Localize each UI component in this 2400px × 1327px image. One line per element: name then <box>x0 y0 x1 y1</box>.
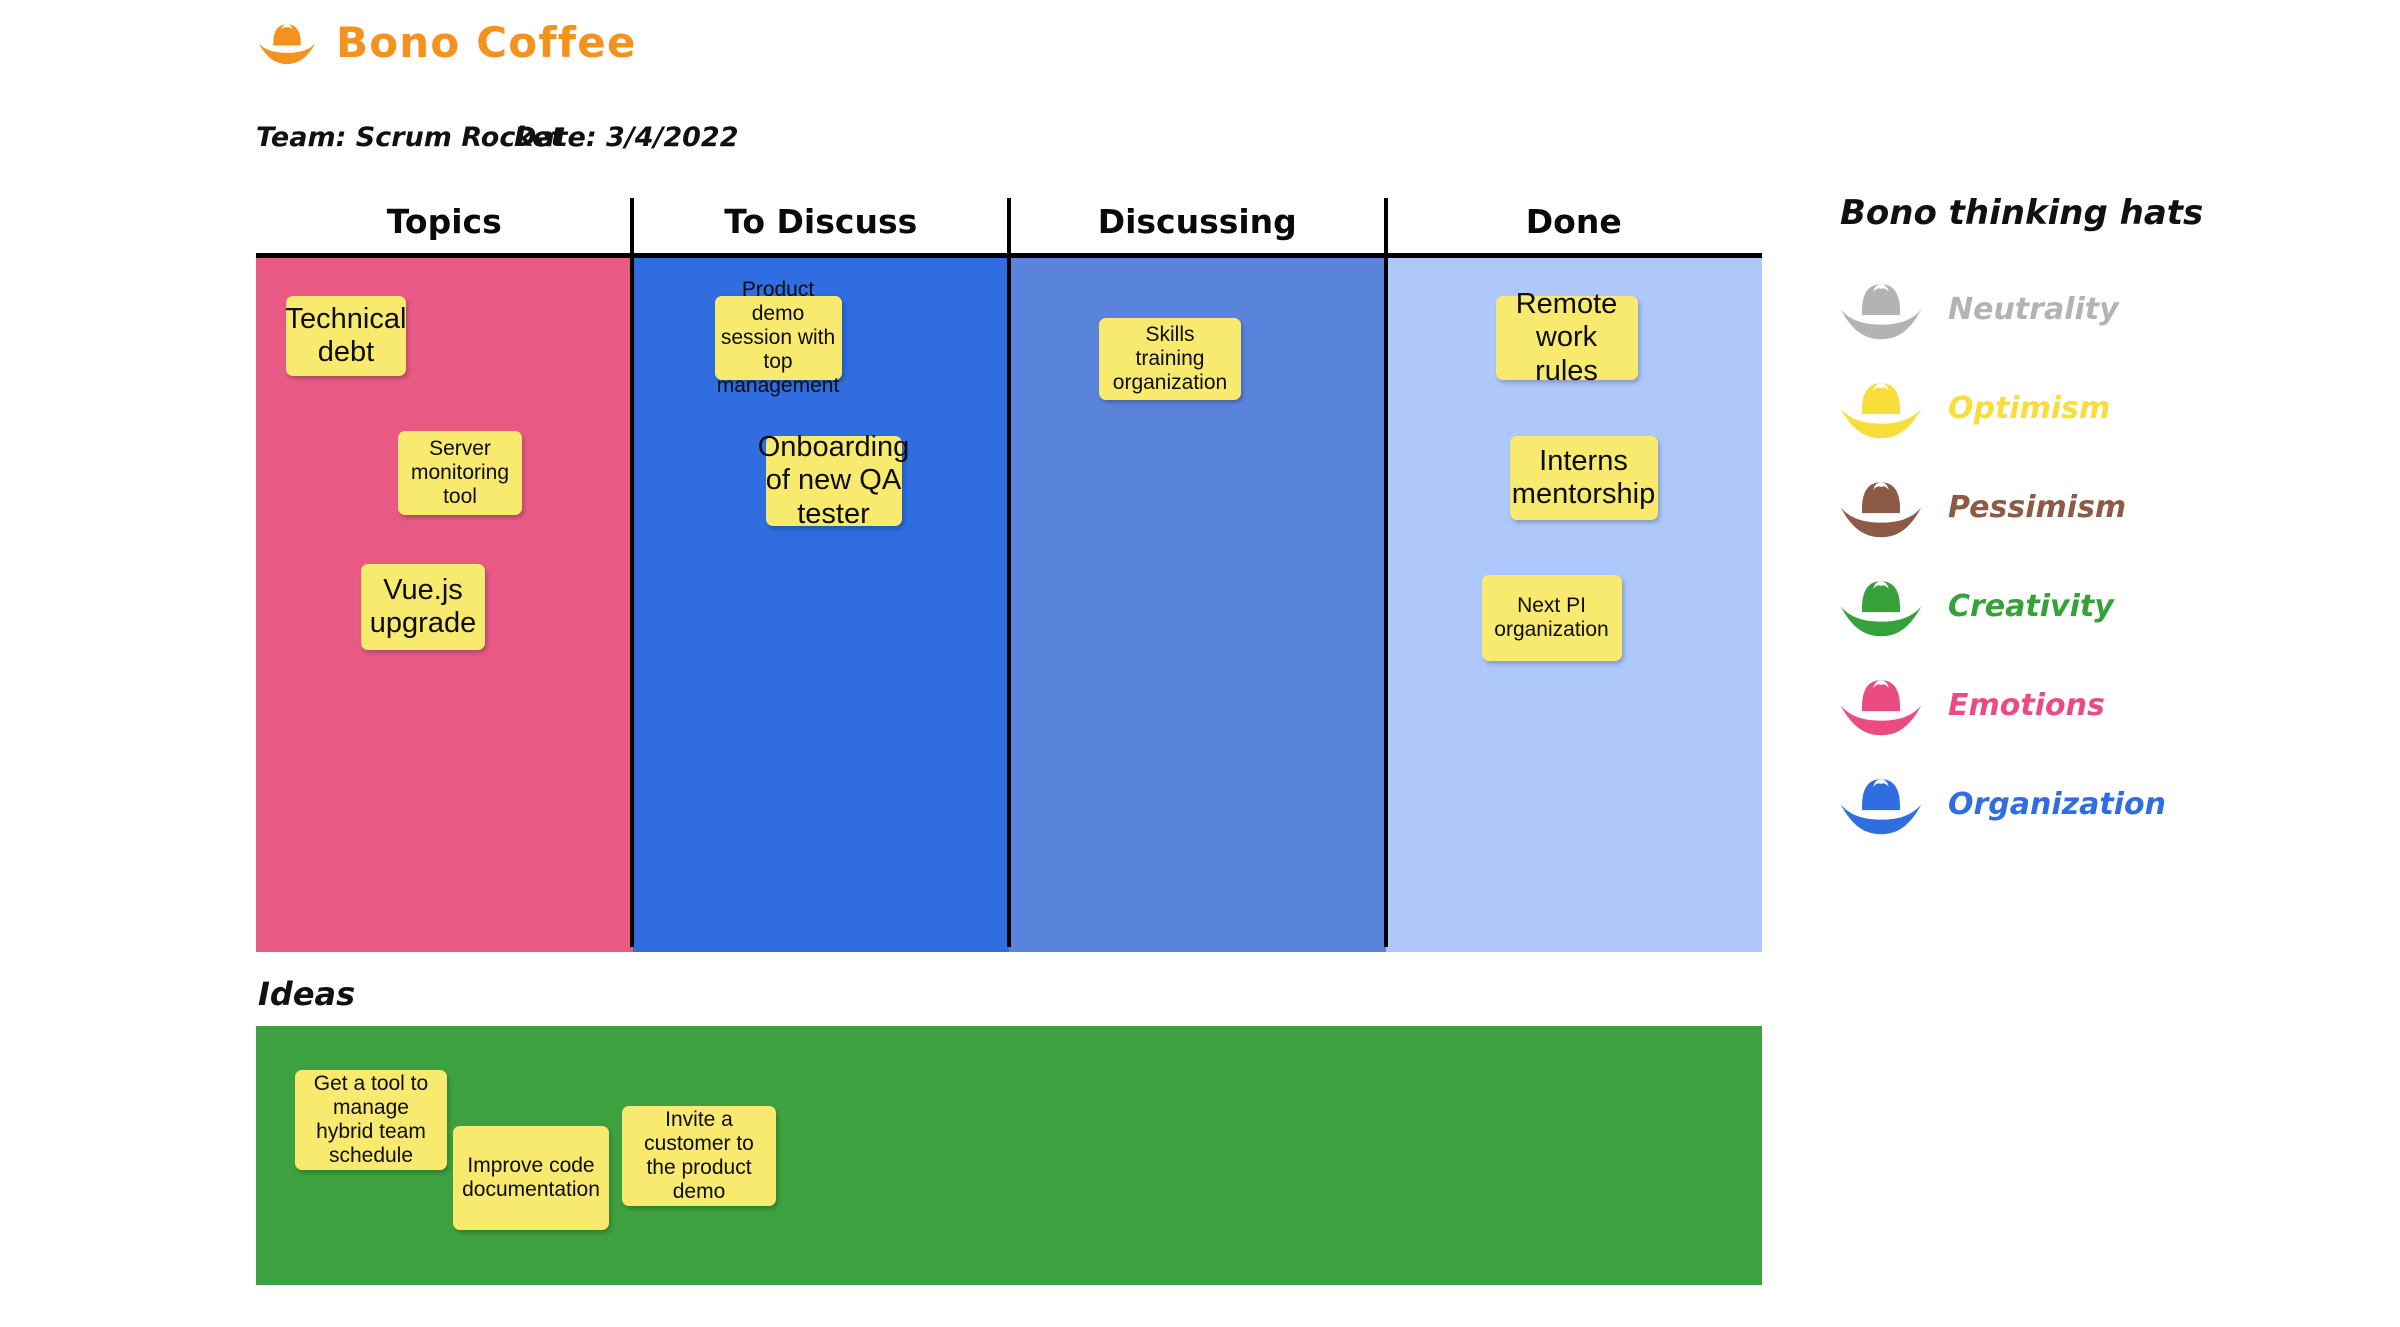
legend-item: Pessimism <box>1838 458 2258 557</box>
board-column[interactable]: Technical debt Server monitoring tool Vue.… <box>256 258 633 952</box>
ideas-title: Ideas <box>258 975 356 1013</box>
sticky-note[interactable]: Invite a customer to the product demo <box>622 1106 776 1206</box>
thinking-hats-legend: Bono thinking hats Neutrality Optimism Pes… <box>1838 196 2258 854</box>
column-divider <box>1384 198 1388 947</box>
legend-item-label: Creativity <box>1948 588 2114 624</box>
hat-icon <box>1838 576 1924 638</box>
meta-row: Team: Scrum Rocket Date: 3/4/2022 <box>256 122 739 153</box>
retro-board: Topics To Discuss Discussing Done Technical… <box>256 190 1762 952</box>
legend-item-label: Pessimism <box>1948 489 2127 525</box>
page-title: Bono Coffee <box>336 18 637 67</box>
sticky-note[interactable]: Interns mentorship <box>1509 436 1658 520</box>
board-column[interactable]: Product demo session with top management… <box>632 258 1009 952</box>
sticky-note[interactable]: Improve code documentation <box>453 1126 609 1230</box>
hat-icon <box>1838 279 1924 341</box>
legend-item-label: Optimism <box>1948 390 2111 426</box>
sticky-note[interactable]: Onboarding of new QA tester <box>758 431 910 529</box>
hat-icon <box>1838 477 1924 539</box>
sticky-note[interactable]: Product demo session with top management <box>714 278 842 397</box>
sticky-note[interactable]: Next PI organization <box>1481 575 1622 661</box>
legend-item: Neutrality <box>1838 260 2258 359</box>
legend-item-label: Organization <box>1948 786 2166 822</box>
legend-item: Creativity <box>1838 557 2258 656</box>
board-column-header: Topics <box>386 202 502 241</box>
legend-rows: Neutrality Optimism Pessimism Creativity Emo… <box>1838 260 2258 854</box>
hat-icon <box>1838 378 1924 440</box>
sticky-note[interactable]: Vue.js upgrade <box>361 564 485 650</box>
date-label: Date: 3/4/2022 <box>514 122 739 153</box>
sticky-note[interactable]: Get a tool to manage hybrid team schedul… <box>295 1070 447 1170</box>
column-divider <box>1007 198 1011 947</box>
legend-item-label: Emotions <box>1948 687 2105 723</box>
legend-item: Organization <box>1838 755 2258 854</box>
hat-icon <box>1838 675 1924 737</box>
page-header: Bono Coffee <box>256 20 637 66</box>
sticky-note[interactable]: Remote work rules <box>1495 288 1638 387</box>
hat-icon <box>1838 774 1924 836</box>
sticky-note[interactable]: Skills training organization <box>1099 318 1241 400</box>
column-divider <box>630 198 634 947</box>
legend-item-label: Neutrality <box>1948 291 2119 327</box>
board-column-header: Discussing <box>1097 202 1297 241</box>
sticky-note[interactable]: Technical debt <box>286 296 406 376</box>
cowboy-hat-icon <box>256 20 318 66</box>
sticky-note[interactable]: Server monitoring tool <box>398 431 522 515</box>
board-column-header: Done <box>1525 202 1622 241</box>
legend-title: Bono thinking hats <box>1840 193 2204 233</box>
legend-item: Optimism <box>1838 359 2258 458</box>
ideas-band: Get a tool to manage hybrid team schedul… <box>256 1026 1762 1285</box>
legend-item: Emotions <box>1838 656 2258 755</box>
board-column[interactable]: Skills training organization <box>1009 258 1386 952</box>
board-column[interactable]: Remote work rules Interns mentorship Next … <box>1385 258 1762 952</box>
team-label: Team: Scrum Rocket <box>256 122 564 153</box>
board-column-header: To Discuss <box>724 202 918 241</box>
